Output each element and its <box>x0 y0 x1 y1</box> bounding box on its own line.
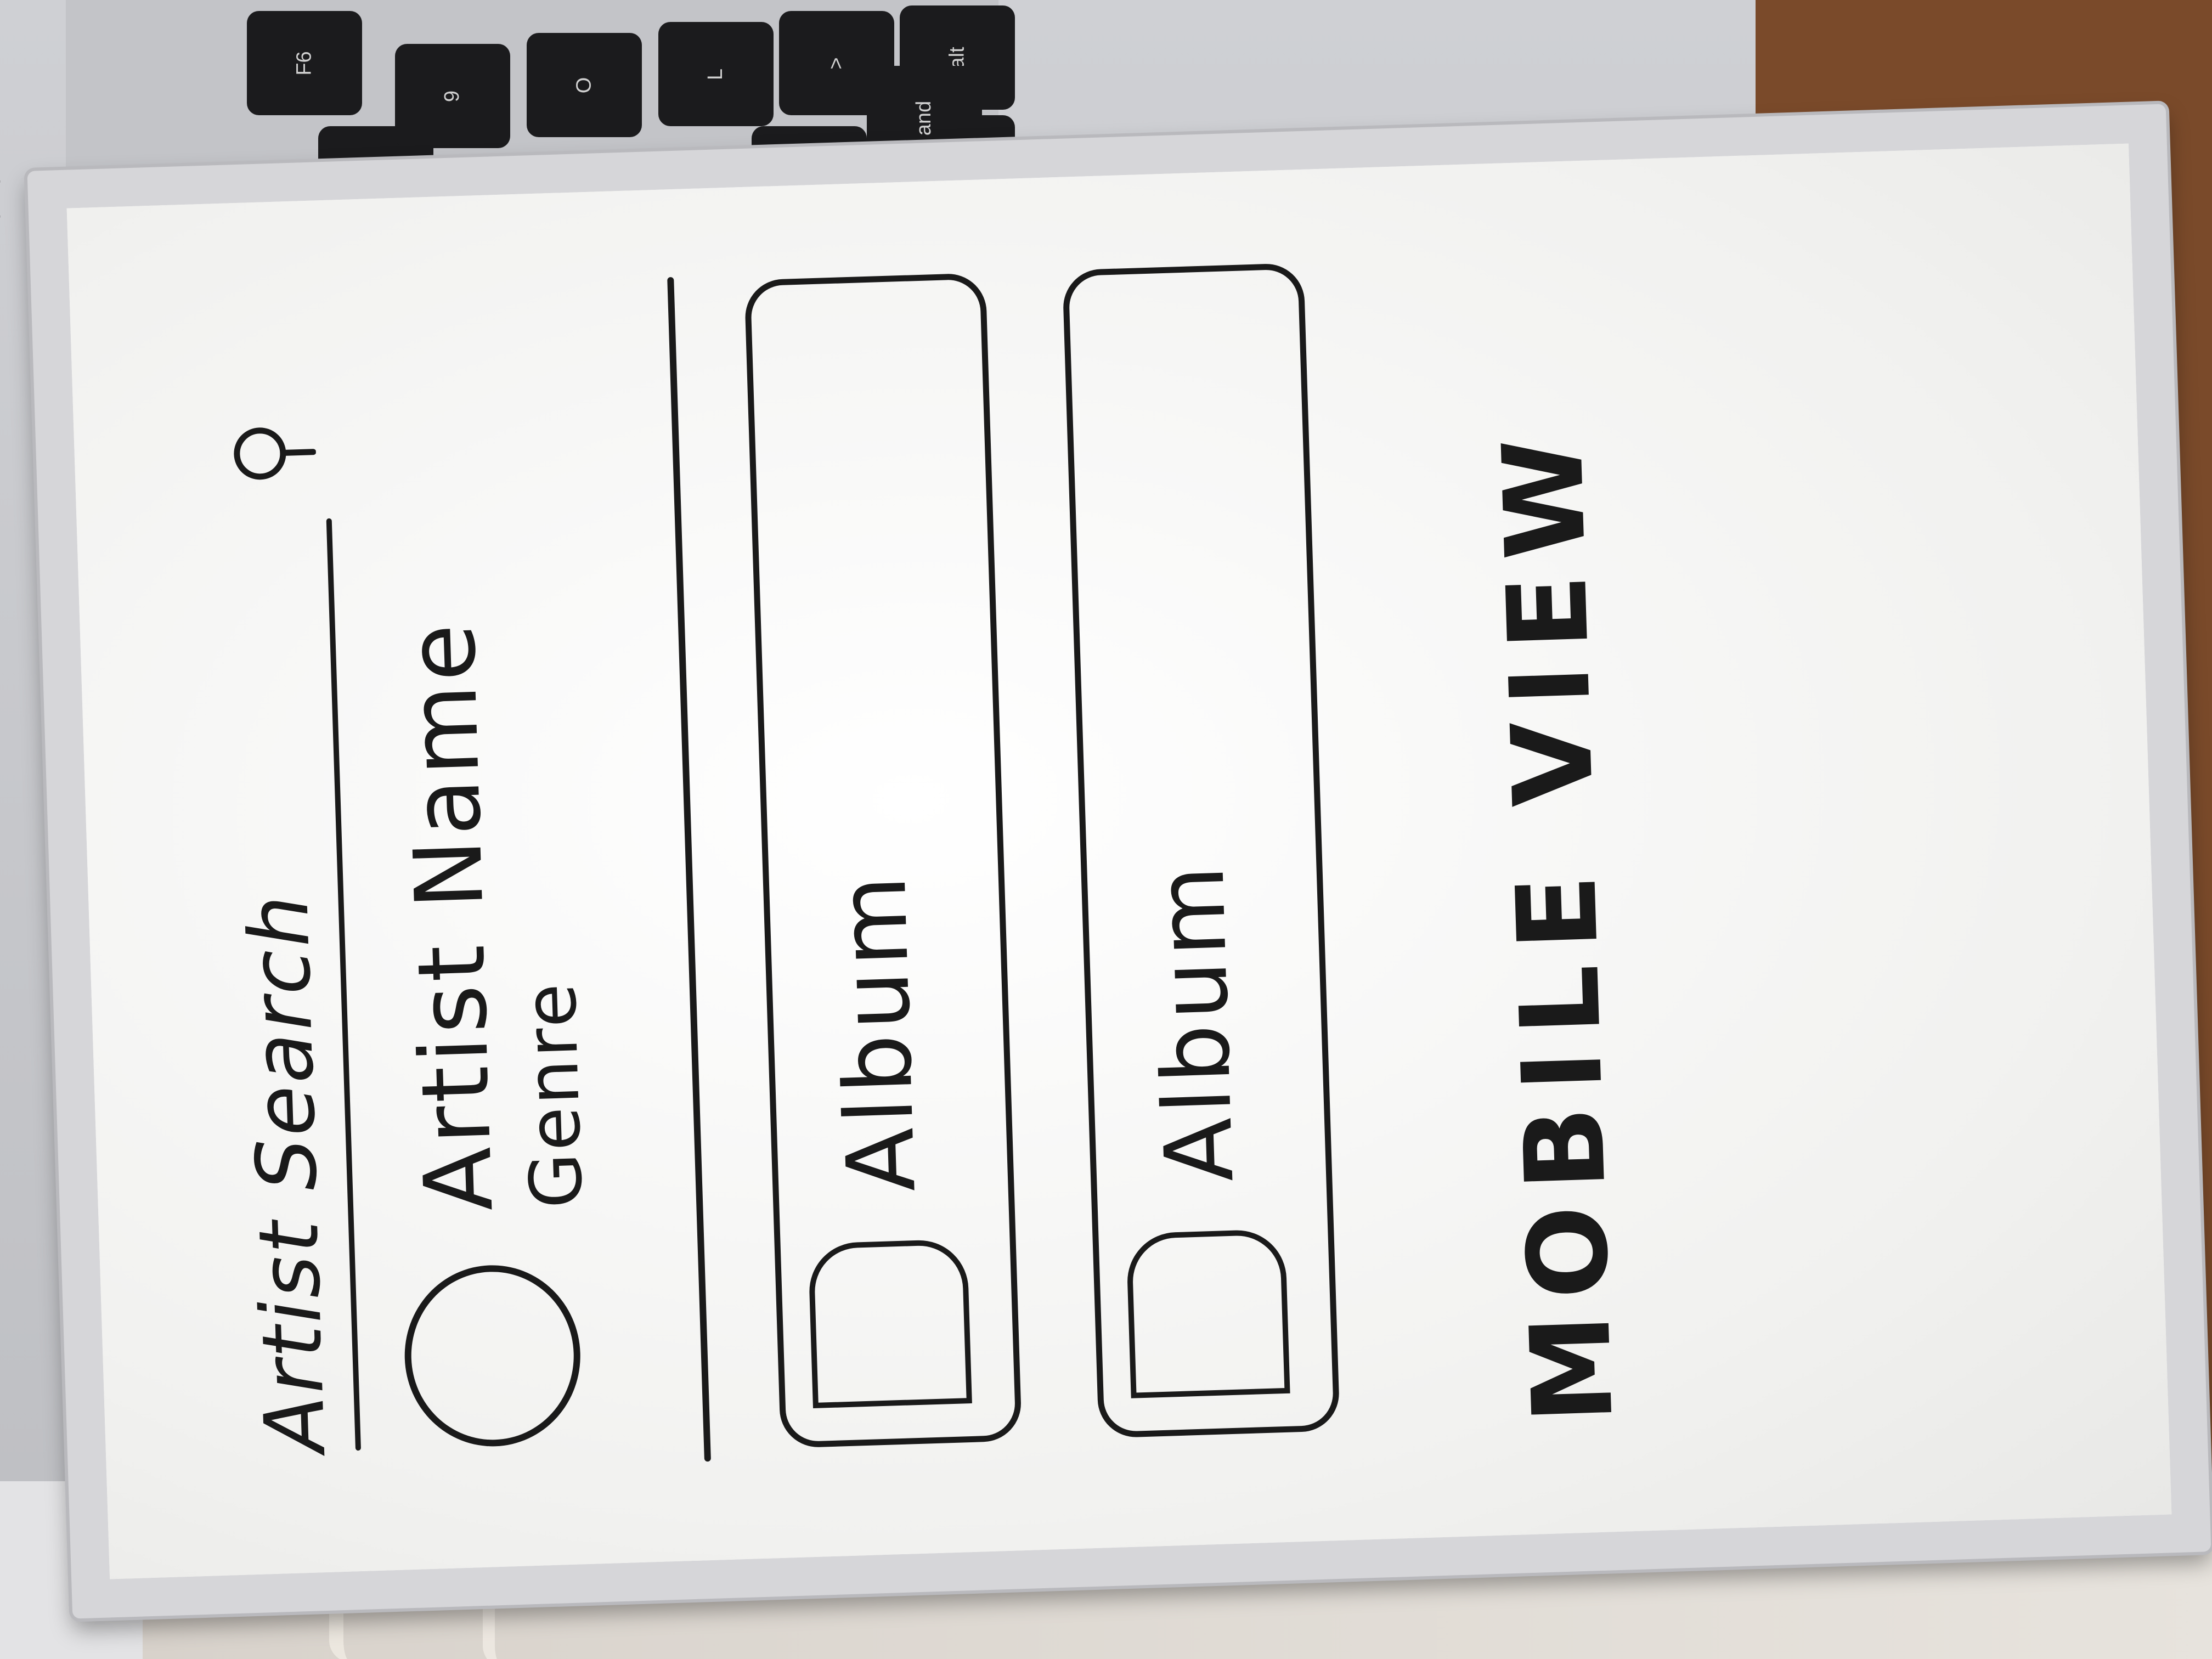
keyboard-key: O <box>527 33 642 137</box>
album-cover-icon <box>808 1239 972 1409</box>
whiteboard: Artist Search Artist Name Genre Album Al… <box>27 104 2211 1619</box>
album-cover-icon <box>1126 1228 1290 1398</box>
keyboard-key: 9 <box>395 44 510 148</box>
mobile-mockup: Artist Search Artist Name Genre Album Al… <box>140 201 2099 1522</box>
album-title: Album <box>1136 860 1255 1184</box>
avatar <box>402 1262 583 1449</box>
keyboard-key: L <box>658 22 774 126</box>
section-divider <box>667 276 711 1462</box>
artist-header: Artist Name Genre <box>372 301 638 1449</box>
artist-genre: Genre <box>508 980 599 1210</box>
album-card[interactable]: Album <box>744 273 1023 1448</box>
search-label: Artist Search <box>231 891 345 1454</box>
search-icon[interactable] <box>227 409 317 489</box>
laptop-brand-label: ok Air <box>0 165 5 228</box>
artist-name: Artist Name <box>387 619 515 1214</box>
keyboard-key: F6 <box>247 11 362 115</box>
mockup-caption: MOBILE VIEW <box>1479 421 1638 1426</box>
album-card[interactable]: Album <box>1062 262 1340 1438</box>
search-bar[interactable]: Artist Search <box>213 310 364 1454</box>
album-title: Album <box>818 870 937 1194</box>
